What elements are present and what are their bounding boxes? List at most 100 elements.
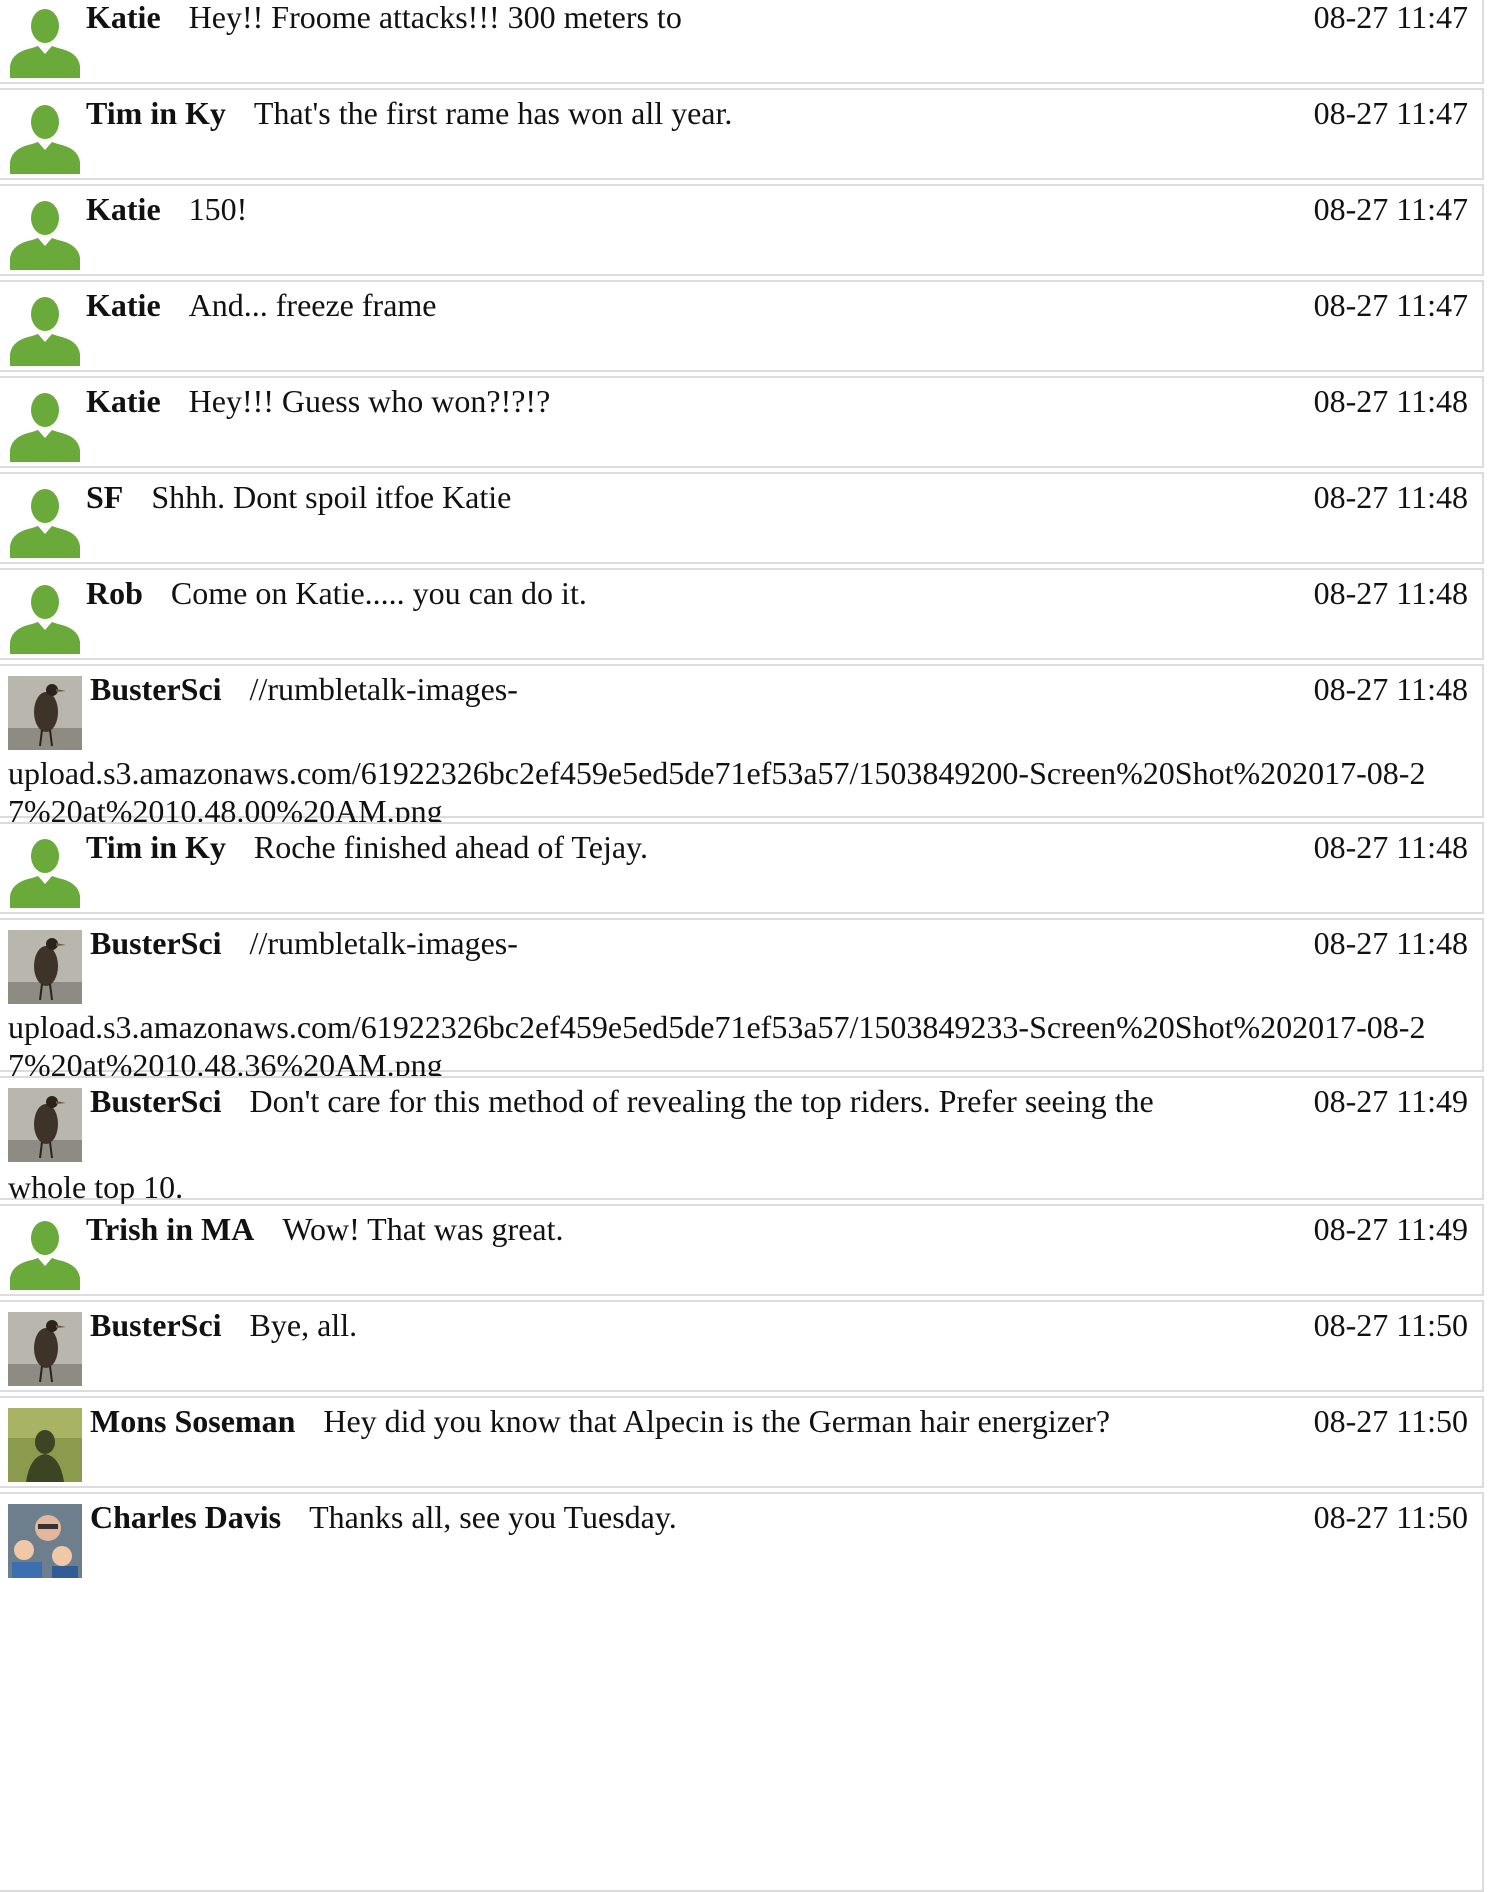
timestamp: 08-27 11:48 — [1313, 671, 1468, 707]
family-photo-avatar — [8, 1504, 82, 1578]
message-header: Katie 150! — [86, 190, 1222, 228]
message-header: SF Shhh. Dont spoil itfoe Katie — [86, 478, 1222, 516]
chat-message: BusterSci //rumbletalk-images- 08-27 11:48… — [0, 918, 1484, 1083]
default-user-icon — [10, 9, 80, 78]
message-text: Hey!! Froome attacks!!! 300 meters to — [188, 0, 682, 35]
timestamp: 08-27 11:48 — [1313, 383, 1468, 419]
timestamp: 08-27 11:47 — [1313, 287, 1468, 323]
avatar[interactable] — [8, 1088, 82, 1162]
message-header: Mons Soseman Hey did you know that Alpeci… — [90, 1402, 1222, 1440]
message-header: BusterSci Bye, all. — [90, 1306, 1222, 1344]
default-user-icon — [10, 1221, 80, 1290]
avatar[interactable] — [8, 676, 82, 750]
message-text-continuation: whole top 10. — [8, 1169, 184, 1205]
chat-message: Katie Hey!! Froome attacks!!! 300 meters … — [0, 0, 1484, 84]
message-text: Hey!!! Guess who won?!?!? — [188, 383, 551, 419]
default-user-icon — [10, 297, 80, 366]
avatar[interactable] — [8, 580, 82, 654]
default-user-icon — [10, 839, 80, 908]
message-header: Trish in MA Wow! That was great. — [86, 1210, 1222, 1248]
username[interactable]: Katie — [86, 287, 161, 323]
avatar[interactable] — [8, 4, 82, 78]
avatar[interactable] — [8, 388, 82, 462]
message-text: Shhh. Dont spoil itfoe Katie — [151, 479, 512, 515]
chat-message: BusterSci Bye, all. 08-27 11:50 — [0, 1300, 1484, 1392]
timestamp: 08-27 11:49 — [1313, 1083, 1468, 1119]
chat-message: Katie 150! 08-27 11:47 — [0, 184, 1484, 276]
message-text: That's the first rame has won all year. — [253, 95, 733, 131]
username[interactable]: Rob — [86, 575, 143, 611]
avatar[interactable] — [8, 292, 82, 366]
timestamp: 08-27 11:47 — [1313, 191, 1468, 227]
chat-message: Tim in Ky Roche finished ahead of Tejay. 0… — [0, 822, 1484, 914]
message-header: BusterSci //rumbletalk-images- — [90, 924, 1222, 962]
chat-message: Katie And... freeze frame 08-27 11:47 — [0, 280, 1484, 372]
default-user-icon — [10, 489, 80, 558]
username[interactable]: Charles Davis — [90, 1499, 281, 1535]
default-user-icon — [10, 201, 80, 270]
chat-message: Charles Davis Thanks all, see you Tuesday… — [0, 1492, 1484, 1892]
message-header: Tim in Ky Roche finished ahead of Tejay. — [86, 828, 1222, 866]
default-user-icon — [10, 105, 80, 174]
username[interactable]: Tim in Ky — [86, 95, 226, 131]
bird-photo-avatar — [8, 1312, 82, 1386]
message-text: Don't care for this method of revealing … — [249, 1083, 1154, 1119]
chat-message: BusterSci //rumbletalk-images- 08-27 11:48… — [0, 664, 1484, 829]
username[interactable]: BusterSci — [90, 925, 222, 961]
message-text: Wow! That was great. — [282, 1211, 564, 1247]
timestamp: 08-27 11:50 — [1313, 1499, 1468, 1535]
chat-message: BusterSci Don't care for this method of r… — [0, 1076, 1484, 1205]
bird-photo-avatar — [8, 930, 82, 1004]
avatar[interactable] — [8, 834, 82, 908]
timestamp: 08-27 11:50 — [1313, 1307, 1468, 1343]
chat-message: SF Shhh. Dont spoil itfoe Katie 08-27 11:4… — [0, 472, 1484, 564]
avatar[interactable] — [8, 930, 82, 1004]
username[interactable]: SF — [86, 479, 123, 515]
avatar[interactable] — [8, 100, 82, 174]
avatar[interactable] — [8, 1312, 82, 1386]
message-text-continuation: upload.s3.amazonaws.com/61922326bc2ef459… — [8, 755, 1426, 829]
username[interactable]: Trish in MA — [86, 1211, 254, 1247]
message-text: Come on Katie..... you can do it. — [170, 575, 587, 611]
avatar[interactable] — [8, 196, 82, 270]
message-header: Tim in Ky That's the first rame has won a… — [86, 94, 1222, 132]
message-text: And... freeze frame — [188, 287, 437, 323]
username[interactable]: Katie — [86, 191, 161, 227]
username[interactable]: Mons Soseman — [90, 1403, 295, 1439]
avatar[interactable] — [8, 1216, 82, 1290]
bird-photo-avatar — [8, 676, 82, 750]
avatar[interactable] — [8, 1504, 82, 1578]
username[interactable]: BusterSci — [90, 671, 222, 707]
message-text: Bye, all. — [249, 1307, 358, 1343]
username[interactable]: BusterSci — [90, 1083, 222, 1119]
message-header: BusterSci Don't care for this method of r… — [90, 1082, 1222, 1120]
message-text: 150! — [188, 191, 248, 227]
message-text: Hey did you know that Alpecin is the Ger… — [323, 1403, 1111, 1439]
timestamp: 08-27 11:50 — [1313, 1403, 1468, 1439]
timestamp: 08-27 11:48 — [1313, 925, 1468, 961]
chat-message: Mons Soseman Hey did you know that Alpeci… — [0, 1396, 1484, 1488]
chat-message: Rob Come on Katie..... you can do it. 08-2… — [0, 568, 1484, 660]
message-header: Rob Come on Katie..... you can do it. — [86, 574, 1222, 612]
timestamp: 08-27 11:47 — [1313, 95, 1468, 131]
default-user-icon — [10, 585, 80, 654]
chat-message: Trish in MA Wow! That was great. 08-27 11:… — [0, 1204, 1484, 1296]
message-text: //rumbletalk-images- — [249, 925, 518, 961]
message-text: Thanks all, see you Tuesday. — [309, 1499, 677, 1535]
timestamp: 08-27 11:49 — [1313, 1211, 1468, 1247]
username[interactable]: Katie — [86, 0, 161, 35]
message-text-continuation: upload.s3.amazonaws.com/61922326bc2ef459… — [8, 1009, 1426, 1083]
message-header: BusterSci //rumbletalk-images- — [90, 670, 1222, 708]
avatar[interactable] — [8, 1408, 82, 1482]
username[interactable]: Tim in Ky — [86, 829, 226, 865]
username[interactable]: Katie — [86, 383, 161, 419]
default-user-icon — [10, 393, 80, 462]
timestamp: 08-27 11:47 — [1313, 0, 1468, 35]
message-header: Charles Davis Thanks all, see you Tuesday… — [90, 1498, 1222, 1536]
chat-message: Katie Hey!!! Guess who won?!?!? 08-27 11:4… — [0, 376, 1484, 468]
username[interactable]: BusterSci — [90, 1307, 222, 1343]
message-text: Roche finished ahead of Tejay. — [253, 829, 648, 865]
timestamp: 08-27 11:48 — [1313, 575, 1468, 611]
avatar[interactable] — [8, 484, 82, 558]
message-header: Katie Hey!!! Guess who won?!?!? — [86, 382, 1222, 420]
